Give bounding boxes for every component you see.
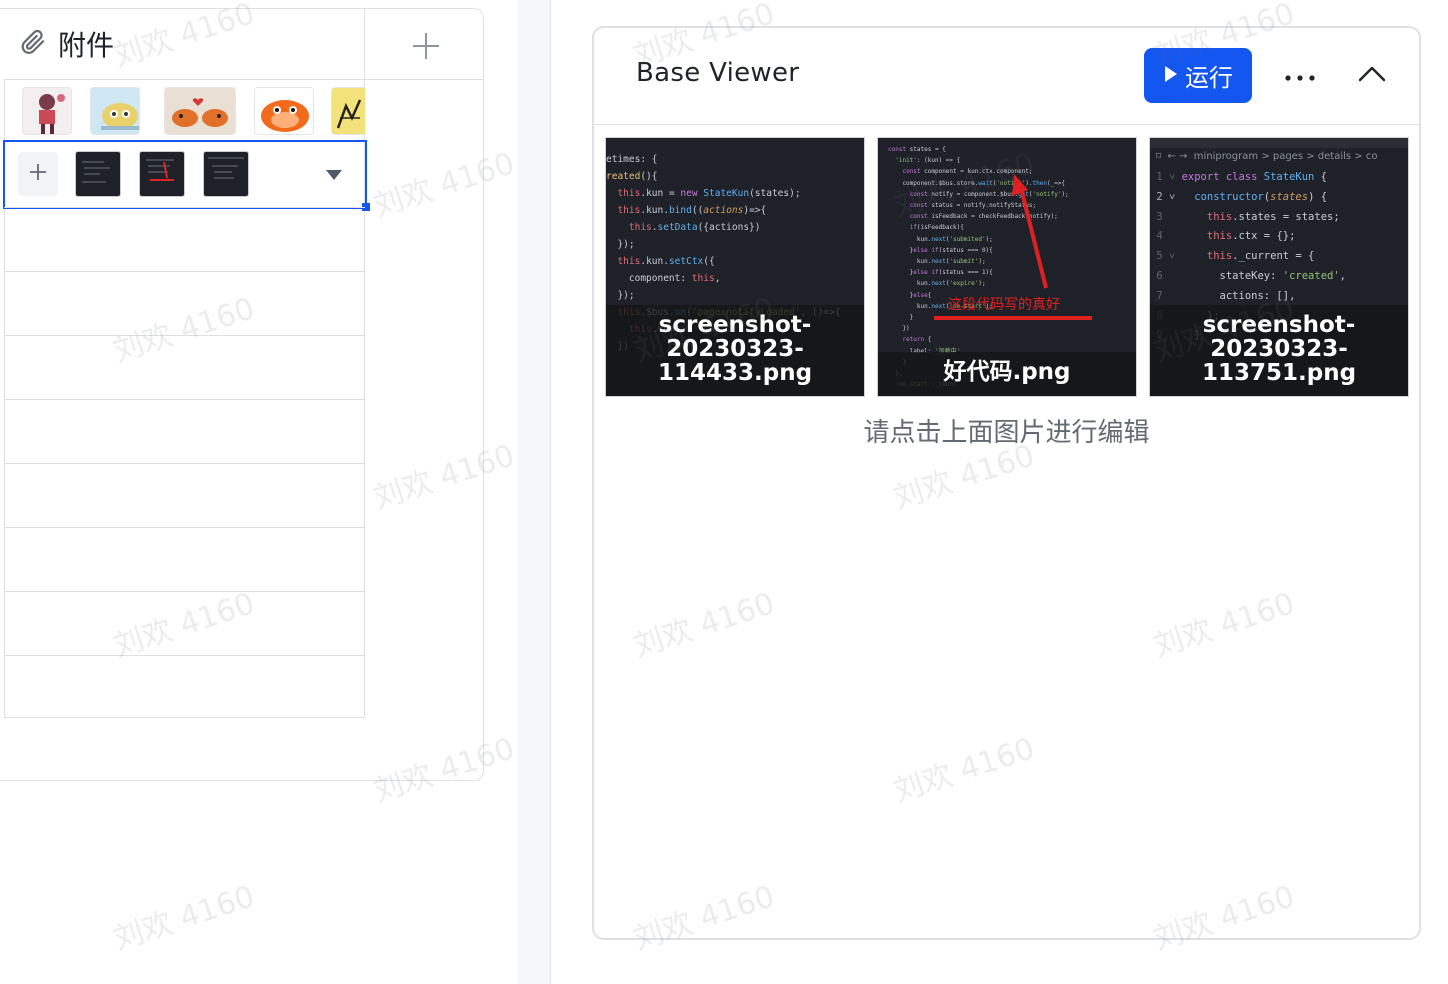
row-divider	[4, 655, 365, 656]
watermark: 刘欢 4160	[109, 879, 259, 958]
add-attachment-button[interactable]	[18, 152, 58, 196]
add-column-button[interactable]	[406, 28, 446, 68]
more-button[interactable]	[1280, 58, 1320, 94]
row-divider	[4, 591, 365, 592]
image-caption: screenshot- 20230323- 114433.png	[606, 305, 864, 396]
panel-splitter[interactable]	[518, 0, 550, 984]
run-button[interactable]: 运行	[1144, 48, 1252, 103]
attachment-thumbnail[interactable]	[331, 87, 365, 135]
edit-hint: 请点击上面图片进行编辑	[863, 418, 1150, 448]
attachment-thumbnail[interactable]	[164, 87, 236, 135]
image-card[interactable]: ⌑ ← → miniprogram > pages > details > co…	[1149, 137, 1409, 397]
plus-icon	[411, 31, 441, 65]
row-divider	[4, 271, 365, 272]
plus-icon	[28, 162, 48, 186]
attachment-thumbnail[interactable]	[22, 87, 72, 135]
attachment-thumbnail[interactable]	[203, 151, 249, 197]
row-divider	[4, 399, 365, 400]
row-divider	[4, 463, 365, 464]
chevron-up-icon	[1358, 65, 1386, 87]
header-divider	[4, 79, 483, 80]
run-button-label: 运行	[1185, 64, 1233, 92]
row-divider	[4, 207, 365, 208]
image-card[interactable]: const states = { 'init': (kun) => { cons…	[877, 137, 1137, 397]
attachment-thumbnail[interactable]	[254, 87, 314, 135]
play-icon	[1163, 62, 1179, 90]
attachment-thumbnail[interactable]	[90, 87, 140, 135]
paperclip-icon	[18, 27, 48, 61]
panel-border	[550, 0, 551, 984]
attachment-thumbnail[interactable]	[75, 151, 121, 197]
attachment-table-card	[0, 8, 484, 781]
row-divider	[4, 527, 365, 528]
image-card[interactable]: etimes: { reated(){ this.kun = new State…	[605, 137, 865, 397]
image-caption: 好代码.png	[878, 352, 1136, 396]
column-title: 附件	[58, 29, 115, 62]
attachment-column-header[interactable]: 附件	[18, 24, 114, 64]
attachment-dropdown-button[interactable]	[324, 167, 344, 186]
attachment-thumbnail[interactable]	[139, 151, 185, 197]
viewer-title: Base Viewer	[636, 58, 800, 88]
viewer-header-divider	[594, 124, 1419, 125]
image-caption: screenshot- 20230323- 113751.png	[1150, 305, 1408, 396]
more-horizontal-icon	[1284, 67, 1316, 86]
triangle-down-icon	[324, 167, 344, 186]
annotation-text: 这段代码写的真好	[948, 297, 1060, 313]
row-divider	[4, 717, 365, 718]
row-divider	[4, 335, 365, 336]
collapse-button[interactable]	[1352, 56, 1392, 96]
